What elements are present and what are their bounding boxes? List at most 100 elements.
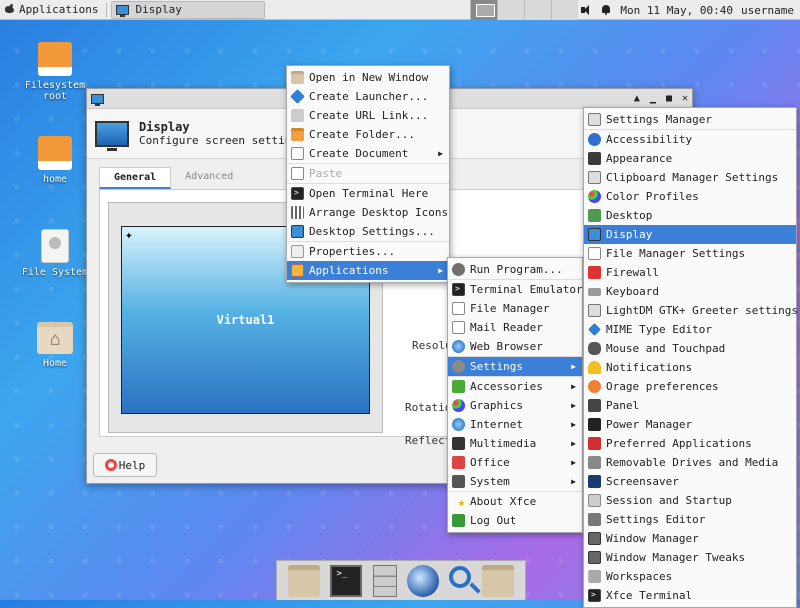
clock[interactable]: Mon 11 May, 00:40 (620, 4, 733, 17)
menu-item-terminal-emulator[interactable]: Terminal Emulator (448, 280, 583, 299)
menu-item-run-program[interactable]: Run Program... (448, 260, 582, 279)
web-browser-icon[interactable] (407, 564, 440, 597)
menu-item-label: Panel (606, 399, 640, 412)
menu-item-mime-type-editor[interactable]: MIME Type Editor (584, 320, 796, 339)
window-display-icon (91, 93, 104, 106)
menu-item-screensaver[interactable]: Screensaver (584, 472, 796, 491)
menu-item-create-url-link[interactable]: Create URL Link... (287, 106, 449, 125)
tab-advanced[interactable]: Advanced (171, 167, 247, 189)
menu-item-settings-editor[interactable]: Settings Editor (584, 510, 796, 529)
menu-item-label: Log Out (470, 514, 517, 527)
menu-item-window-manager[interactable]: Window Manager (584, 529, 796, 548)
workspace-2[interactable] (497, 0, 524, 20)
submenu-arrow-icon: ▶ (571, 458, 576, 467)
menu-item-keyboard[interactable]: Keyboard (584, 282, 796, 301)
menu-item-accessibility[interactable]: Accessibility (584, 130, 796, 149)
folder-icon (291, 128, 304, 141)
folder-icon[interactable] (481, 564, 514, 597)
submenu-arrow-icon: ▶ (438, 266, 443, 275)
menu-item-workspaces[interactable]: Workspaces (584, 567, 796, 586)
home-folder-icon[interactable] (288, 564, 321, 597)
menu-item-applications[interactable]: Applications ▶ (287, 261, 449, 280)
menu-item-xfce-terminal[interactable]: Xfce Terminal (584, 586, 796, 605)
system-icon (452, 475, 465, 488)
menu-item-panel[interactable]: Panel (584, 396, 796, 415)
menu-item-open-terminal[interactable]: Open Terminal Here (287, 184, 449, 203)
notifications-bell-icon[interactable] (600, 4, 612, 16)
menu-item-firewall[interactable]: Firewall (584, 263, 796, 282)
menu-item-create-launcher[interactable]: Create Launcher... (287, 87, 449, 106)
menu-item-office[interactable]: Office ▶ (448, 453, 582, 472)
menu-item-log-out[interactable]: Log Out (448, 511, 582, 530)
tab-general[interactable]: General (99, 167, 172, 189)
menu-item-internet[interactable]: Internet ▶ (448, 415, 582, 434)
close-icon[interactable]: ✕ (682, 93, 688, 104)
menu-item-display[interactable]: Display (584, 225, 796, 244)
workspace-4[interactable] (551, 0, 578, 20)
volume-icon[interactable] (580, 4, 592, 16)
taskbar-display-label: Display (135, 3, 182, 16)
menu-item-create-folder[interactable]: Create Folder... (287, 125, 449, 144)
applications-menu-button[interactable]: Applications (0, 0, 102, 20)
terminal-icon (291, 187, 304, 200)
desktop-settings-icon (291, 225, 304, 238)
run-icon (452, 263, 465, 276)
desktop-icon-home-drive[interactable]: home (15, 136, 95, 185)
menu-item-label: Applications (309, 264, 389, 277)
file-manager-icon[interactable] (372, 564, 397, 597)
menu-item-clipboard-manager[interactable]: Clipboard Manager Settings (584, 168, 796, 187)
applications-submenu: Run Program... Terminal Emulator File Ma… (447, 257, 583, 533)
menu-item-label: Keyboard (606, 285, 659, 298)
menu-item-properties[interactable]: Properties... (287, 242, 449, 261)
menu-item-mail-reader[interactable]: Mail Reader (448, 318, 582, 337)
menu-item-lightdm[interactable]: LightDM GTK+ Greeter settings (584, 301, 798, 320)
menu-item-label: Arrange Desktop Icons (309, 206, 449, 219)
menu-chevron-icon[interactable]: ▲ (634, 93, 640, 104)
maximize-icon[interactable]: ■ (666, 93, 672, 104)
menu-item-file-manager-settings[interactable]: File Manager Settings (584, 244, 796, 263)
menu-item-wm-tweaks[interactable]: Window Manager Tweaks (584, 548, 796, 567)
menu-item-label: Orage preferences (606, 380, 719, 393)
menu-item-settings[interactable]: Settings ▶ (448, 357, 582, 376)
desktop-icon-filesystem-root[interactable]: Filesystem root (15, 42, 95, 102)
search-icon[interactable] (449, 565, 472, 588)
menu-item-settings-manager[interactable]: Settings Manager (584, 110, 796, 129)
taskbar-display-button[interactable]: Display (111, 0, 266, 19)
menu-item-desktop[interactable]: Desktop (584, 206, 796, 225)
workspace-1[interactable] (470, 0, 497, 20)
menu-item-label: Multimedia (470, 437, 537, 450)
terminal-icon[interactable] (330, 564, 363, 597)
submenu-arrow-icon: ▶ (571, 362, 576, 371)
desktop-icon-home[interactable]: Home (15, 322, 95, 369)
menu-item-accessories[interactable]: Accessories ▶ (448, 377, 582, 396)
menu-item-orage-preferences[interactable]: Orage preferences (584, 377, 796, 396)
menu-item-preferred-applications[interactable]: Preferred Applications (584, 434, 796, 453)
menu-item-web-browser[interactable]: Web Browser (448, 337, 582, 356)
menu-item-color-profiles[interactable]: Color Profiles (584, 187, 796, 206)
menu-item-create-document[interactable]: Create Document ▶ (287, 144, 449, 163)
menu-item-session-startup[interactable]: Session and Startup (584, 491, 796, 510)
menu-item-open-new-window[interactable]: Open in New Window (287, 68, 449, 87)
menu-item-notifications[interactable]: Notifications (584, 358, 796, 377)
menu-item-arrange-icons[interactable]: Arrange Desktop Icons (287, 203, 449, 222)
workspace-3[interactable] (524, 0, 551, 20)
launcher-icon (290, 89, 305, 104)
menu-item-about-xfce[interactable]: ★ About Xfce (448, 492, 582, 511)
menu-item-appearance[interactable]: Appearance (584, 149, 796, 168)
help-button[interactable]: Help (93, 453, 157, 477)
menu-item-label: Paste (309, 167, 343, 180)
minimize-icon[interactable]: ▁ (650, 93, 656, 104)
desktop-icon-file-system[interactable]: File System (15, 229, 95, 278)
menu-item-removable-drives[interactable]: Removable Drives and Media (584, 453, 796, 472)
menu-item-label: Web Browser (470, 340, 543, 353)
display-monitor-icon (95, 120, 129, 151)
menu-item-system[interactable]: System ▶ (448, 472, 582, 491)
menu-item-graphics[interactable]: Graphics ▶ (448, 396, 582, 415)
menu-item-multimedia[interactable]: Multimedia ▶ (448, 434, 582, 453)
username-label[interactable]: username (741, 4, 794, 17)
menu-item-file-manager[interactable]: File Manager (448, 299, 582, 318)
preferred-apps-icon (588, 437, 601, 450)
menu-item-mouse-touchpad[interactable]: Mouse and Touchpad (584, 339, 796, 358)
menu-item-power-manager[interactable]: Power Manager (584, 415, 796, 434)
menu-item-desktop-settings[interactable]: Desktop Settings... (287, 222, 449, 241)
